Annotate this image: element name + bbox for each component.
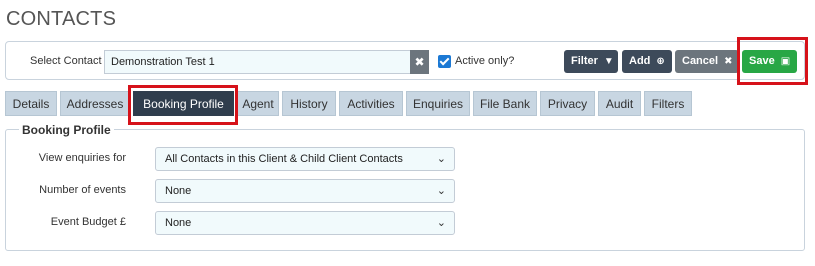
- page-title: CONTACTS: [6, 8, 117, 30]
- contact-toolbar: Select Contact Demonstration Test 1 ✖ Ac…: [5, 41, 805, 80]
- cancel-button[interactable]: Cancel ✖: [675, 50, 739, 73]
- close-icon: ✖: [724, 56, 733, 67]
- tab-agent[interactable]: Agent: [237, 91, 279, 116]
- active-only-checkbox[interactable]: [438, 55, 451, 68]
- view-enquiries-select[interactable]: All Contacts in this Client & Child Clie…: [155, 147, 455, 171]
- tab-details[interactable]: Details: [5, 91, 57, 116]
- tab-history[interactable]: History: [282, 91, 336, 116]
- funnel-icon: ▼: [603, 56, 614, 67]
- select-contact-label: Select Contact: [30, 55, 102, 67]
- add-button[interactable]: Add ⊕: [622, 50, 672, 73]
- event-budget-select[interactable]: None ⌄: [155, 211, 455, 235]
- booking-profile-legend: Booking Profile: [19, 123, 114, 137]
- tab-audit[interactable]: Audit: [598, 91, 641, 116]
- event-budget-value: None: [165, 217, 192, 229]
- chevron-down-icon: ⌄: [436, 153, 446, 165]
- plus-circle-icon: ⊕: [656, 56, 665, 67]
- filter-button-label: Filter: [571, 55, 598, 67]
- filter-button[interactable]: Filter ▼: [564, 50, 618, 73]
- tab-file-bank[interactable]: File Bank: [473, 91, 537, 116]
- tab-activities[interactable]: Activities: [339, 91, 403, 116]
- tab-enquiries[interactable]: Enquiries: [406, 91, 470, 116]
- tab-addresses[interactable]: Addresses: [60, 91, 130, 116]
- tab-privacy[interactable]: Privacy: [540, 91, 595, 116]
- save-highlight-box: [737, 37, 808, 85]
- view-enquiries-value: All Contacts in this Client & Child Clie…: [165, 153, 403, 165]
- number-of-events-value: None: [165, 185, 192, 197]
- tab-filters[interactable]: Filters: [644, 91, 692, 116]
- active-only-label: Active only?: [455, 55, 515, 67]
- number-of-events-select[interactable]: None ⌄: [155, 179, 455, 203]
- view-enquiries-label: View enquiries for: [38, 152, 126, 164]
- chevron-down-icon: ⌄: [436, 217, 446, 229]
- clear-contact-button[interactable]: ✖: [410, 50, 429, 74]
- chevron-down-icon: ⌄: [436, 185, 446, 197]
- cancel-button-label: Cancel: [682, 55, 719, 67]
- add-button-label: Add: [629, 55, 651, 67]
- number-of-events-label: Number of events: [39, 184, 126, 196]
- event-budget-label: Event Budget £: [50, 216, 126, 228]
- booking-profile-tab-highlight: [128, 85, 238, 125]
- select-contact-input[interactable]: Demonstration Test 1: [104, 50, 410, 74]
